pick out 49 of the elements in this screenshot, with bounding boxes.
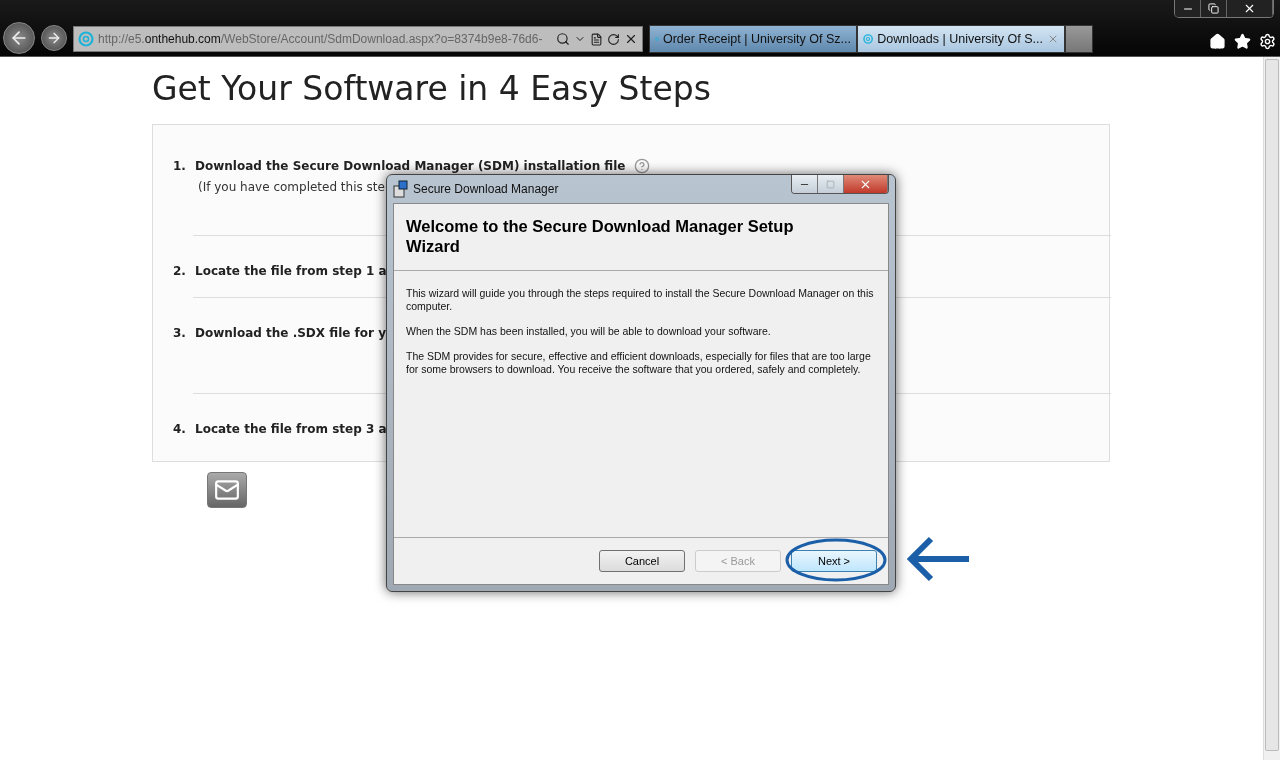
- site-icon: [78, 31, 94, 47]
- close-icon[interactable]: [624, 32, 638, 46]
- step-note: (If you have completed this ste: [198, 180, 385, 194]
- refresh-icon[interactable]: [607, 32, 620, 46]
- step-number: 3.: [173, 326, 187, 340]
- scrollbar[interactable]: [1263, 57, 1280, 760]
- arrow-icon: [905, 535, 971, 583]
- restore-button[interactable]: [1201, 0, 1227, 17]
- step-text: Download the Secure Download Manager (SDM) installation file: [195, 159, 626, 173]
- wizard-paragraph: The SDM provides for secure, effective and efficient downloads, especially for files that are too large for some browsers to download. You receive the software that you ordered, safely and completely.: [406, 350, 872, 376]
- close-button[interactable]: [1227, 0, 1273, 17]
- help-icon[interactable]: [633, 158, 650, 174]
- arrow-right-icon: [46, 30, 62, 46]
- address-bar[interactable]: http://e5.onthehub.com/WebStore/Account/SdmDownload.aspx?o=8374b9e8-76d6-: [73, 26, 643, 52]
- step-text: Download the .SDX file for y: [195, 326, 386, 340]
- step-number: 4.: [173, 422, 187, 436]
- page-title: Get Your Software in 4 Easy Steps: [152, 69, 712, 109]
- wizard-paragraph: This wizard will guide you through the steps required to install the Secure Download Manager on this computer.: [406, 287, 875, 313]
- back-button[interactable]: [3, 22, 35, 54]
- star-icon[interactable]: [1234, 33, 1251, 50]
- wizard-paragraph: When the SDM has been installed, you will be able to download your software.: [406, 325, 772, 338]
- dialog-button[interactable]: Cancel: [599, 550, 685, 572]
- search-icon[interactable]: [556, 32, 570, 46]
- maximize-button[interactable]: [818, 175, 844, 193]
- restore-icon: [1208, 3, 1219, 14]
- minimize-button[interactable]: [792, 175, 818, 193]
- email-button[interactable]: [207, 472, 247, 508]
- browser-tab[interactable]: Downloads | University Of S...: [857, 25, 1065, 53]
- wizard-heading: Welcome to the Secure Download Manager Setup Wizard: [406, 216, 795, 256]
- new-tab-button[interactable]: [1065, 25, 1093, 53]
- step-number: 2.: [173, 264, 187, 278]
- step-text: Locate the file from step 1 a: [195, 264, 387, 278]
- dialog-title: Secure Download Manager: [413, 182, 559, 196]
- step-text: Locate the file from step 3 a: [195, 422, 387, 436]
- envelope-icon: [214, 477, 240, 503]
- browser-tab[interactable]: Order Receipt | University Of Sz...: [649, 25, 857, 53]
- url-text: http://e5.onthehub.com/WebStore/Account/SdmDownload.aspx?o=8374b9e8-76d6-: [98, 32, 544, 46]
- forward-button[interactable]: [41, 25, 67, 51]
- step-number: 1.: [173, 159, 187, 173]
- dialog-button[interactable]: Next >: [791, 550, 877, 572]
- close-icon: [1243, 2, 1256, 15]
- maximize-icon: [826, 179, 835, 189]
- site-icon: [863, 31, 874, 47]
- minimize-button[interactable]: [1175, 0, 1201, 17]
- close-button[interactable]: [844, 175, 888, 193]
- settings-icon[interactable]: [1259, 33, 1276, 50]
- document-icon[interactable]: [590, 32, 603, 46]
- home-icon[interactable]: [1209, 33, 1226, 50]
- installer-icon: [393, 180, 409, 198]
